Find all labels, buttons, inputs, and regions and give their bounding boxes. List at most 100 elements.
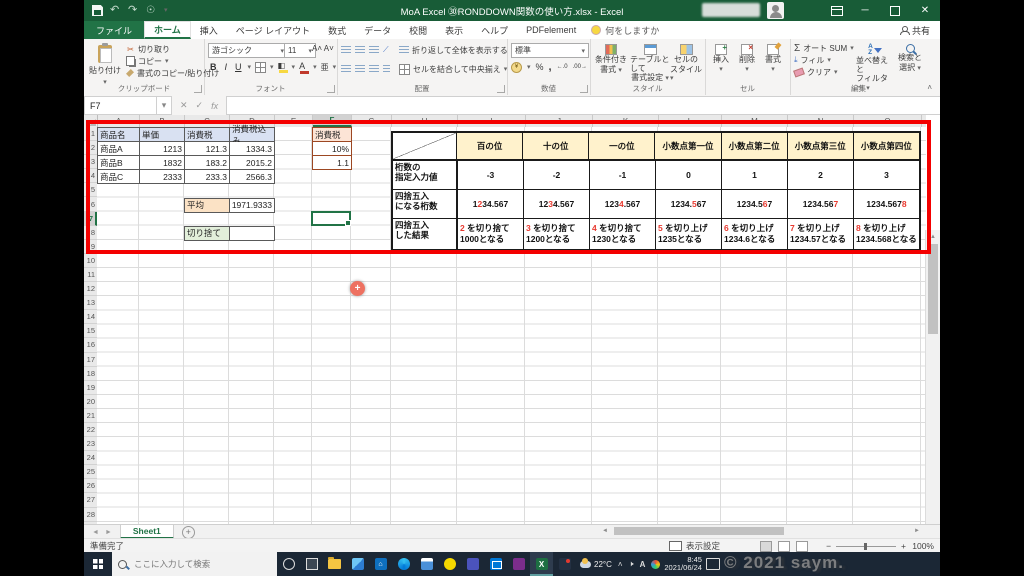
zoom-level[interactable]: 100% — [912, 541, 934, 551]
number-format-combo[interactable]: 標準 ▾ — [511, 43, 589, 58]
column-header[interactable]: I — [458, 115, 526, 127]
clear-button[interactable]: クリア ▾ — [793, 66, 854, 78]
number-highlight-cell[interactable]: 1234.5 67 — [721, 190, 787, 218]
row-header[interactable]: 4 — [84, 169, 97, 184]
ribbon-tab[interactable]: 数式 — [319, 21, 355, 39]
product-table-header[interactable]: 消費税 — [185, 128, 230, 143]
row-header[interactable]: 9 — [84, 240, 97, 254]
start-button[interactable] — [84, 552, 112, 576]
scroll-up-icon[interactable]: ▲ — [926, 230, 940, 243]
average-label-cell[interactable]: 平均 — [185, 198, 230, 213]
row-header[interactable]: 12 — [84, 282, 97, 297]
digit-value-cell[interactable]: 1 — [721, 161, 787, 189]
column-header[interactable]: A — [98, 115, 140, 127]
row-header[interactable]: 8 — [84, 226, 97, 240]
selected-cell-F7[interactable] — [311, 211, 351, 227]
align-left-icon[interactable] — [341, 65, 351, 73]
sheet-nav-right-icon[interactable]: ► — [105, 529, 112, 536]
number-dialog-launcher[interactable] — [580, 85, 588, 93]
digit-position-header[interactable]: 小数点第二位 — [720, 133, 787, 159]
row-header[interactable]: 17 — [84, 353, 97, 367]
row-header[interactable]: 16 — [84, 338, 97, 353]
column-header[interactable]: E — [275, 115, 313, 127]
decrease-decimal-icon[interactable]: .00→ — [573, 64, 587, 70]
ribbon-tab[interactable]: データ — [355, 21, 400, 39]
merge-center-button[interactable]: セルを結合して中央揃え ▾ — [399, 63, 507, 75]
number-highlight-cell[interactable]: 1234.56 7 — [787, 190, 853, 218]
zoom-out-icon[interactable]: − — [826, 541, 831, 551]
insert-cells-button[interactable]: 挿入▾ — [709, 41, 733, 74]
ribbon-tab[interactable]: 挿入 — [191, 21, 227, 39]
fill-color-button[interactable]: ◧ — [278, 61, 288, 73]
hidden-icons-chevron[interactable]: ˄ — [618, 560, 623, 569]
insert-function-icon[interactable]: fx — [211, 101, 218, 111]
column-header[interactable]: B — [140, 115, 185, 127]
tray-color-icon[interactable] — [651, 559, 661, 569]
cortana-button[interactable] — [277, 552, 300, 576]
tax-title-cell[interactable]: 消費税 — [313, 128, 352, 143]
collapse-ribbon-icon[interactable]: ˄ — [927, 83, 932, 92]
zoom-slider-thumb[interactable] — [864, 542, 868, 550]
result-cell[interactable]: 7 を切り上げ 1234.57となる — [787, 219, 853, 249]
row-header[interactable]: 18 — [84, 367, 97, 381]
percent-style-button[interactable]: % — [536, 62, 544, 72]
row-header[interactable]: 13 — [84, 296, 97, 311]
conditional-formatting-button[interactable]: 条件付き 書式 ▾ — [592, 41, 630, 75]
product-table-row[interactable]: 商品B 1832 183.2 2015.2 — [98, 156, 275, 171]
tax-value-cell[interactable]: 10% — [313, 142, 352, 157]
touch-mode-icon[interactable]: ☉ — [146, 5, 157, 16]
clipboard-dialog-launcher[interactable] — [194, 85, 202, 93]
file-explorer-button[interactable] — [323, 552, 346, 576]
average-block[interactable]: 平均 1971.9333 — [184, 197, 275, 213]
align-top-icon[interactable] — [341, 46, 351, 54]
product-table-row[interactable]: 商品C 2333 233.3 2566.3 — [98, 170, 275, 185]
borders-icon[interactable] — [255, 61, 267, 73]
ribbon-tab[interactable]: ファイル — [84, 21, 145, 39]
minimize-button[interactable]: ─ — [850, 0, 880, 21]
undo-icon[interactable]: ↶ — [110, 5, 121, 16]
row-header[interactable]: 15 — [84, 324, 97, 339]
number-highlight-cell[interactable]: 1234. 5 67 — [655, 190, 721, 218]
cell-styles-button[interactable]: セルの スタイル ▾ — [670, 41, 702, 84]
edge-button[interactable] — [392, 552, 415, 576]
column-header[interactable]: G — [352, 115, 392, 127]
purple-app-button[interactable] — [507, 552, 530, 576]
row-header[interactable]: 6 — [84, 197, 97, 212]
currency-icon[interactable]: ¥ — [511, 61, 522, 73]
product-table-header[interactable]: 単価 — [140, 128, 185, 143]
row-header[interactable]: 11 — [84, 268, 97, 283]
format-cells-button[interactable]: 書式 ▾ — [761, 41, 785, 74]
comma-style-button[interactable]: , — [549, 61, 552, 73]
teams-button[interactable] — [461, 552, 484, 576]
row-header[interactable]: 7 — [84, 211, 97, 226]
qat-customize-icon[interactable]: ▾ — [164, 5, 168, 16]
recorder-app-button[interactable] — [553, 552, 576, 576]
number-highlight-cell[interactable]: 1 2 34.567 — [457, 190, 523, 218]
name-box-dropdown-icon[interactable]: ▾ — [157, 96, 172, 115]
column-header[interactable]: C — [185, 115, 230, 127]
result-cell[interactable]: 5 を切り上げ 1235となる — [655, 219, 721, 249]
digit-value-cell[interactable]: 0 — [655, 161, 721, 189]
rounddown-value-cell[interactable] — [230, 226, 275, 241]
ribbon-tab[interactable]: ヘルプ — [472, 21, 517, 39]
yellow-app-button[interactable] — [438, 552, 461, 576]
digit-value-cell[interactable]: -1 — [589, 161, 655, 189]
number-highlight-cell[interactable]: 123 4.567 — [589, 190, 655, 218]
zoom-in-icon[interactable]: + — [901, 541, 906, 551]
cells-area[interactable]: 商品名 単価 消費税 消費税込み 商品A 1213 121.3 1334.3 商… — [97, 124, 926, 524]
indent-icon[interactable] — [383, 65, 390, 73]
paste-button[interactable]: 貼り付け ▾ — [88, 41, 122, 86]
underline-button[interactable]: U — [233, 62, 244, 72]
enter-icon[interactable]: ✓ — [196, 100, 204, 111]
row-header[interactable]: 1 — [84, 127, 97, 142]
ribbon-tab[interactable]: ページ レイアウト — [227, 21, 319, 39]
normal-view-icon[interactable] — [760, 540, 772, 552]
row-header[interactable]: 5 — [84, 183, 97, 198]
alignment-dialog-launcher[interactable] — [497, 85, 505, 93]
row-header[interactable]: 27 — [84, 493, 97, 508]
column-header[interactable]: L — [659, 115, 722, 127]
rounddown-label-cell[interactable]: 切り捨て — [185, 226, 230, 241]
result-cell[interactable]: 6 を切り上げ 1234.6となる — [721, 219, 787, 249]
notes-app-button[interactable] — [415, 552, 438, 576]
sheet-nav-left-icon[interactable]: ◄ — [92, 529, 99, 536]
